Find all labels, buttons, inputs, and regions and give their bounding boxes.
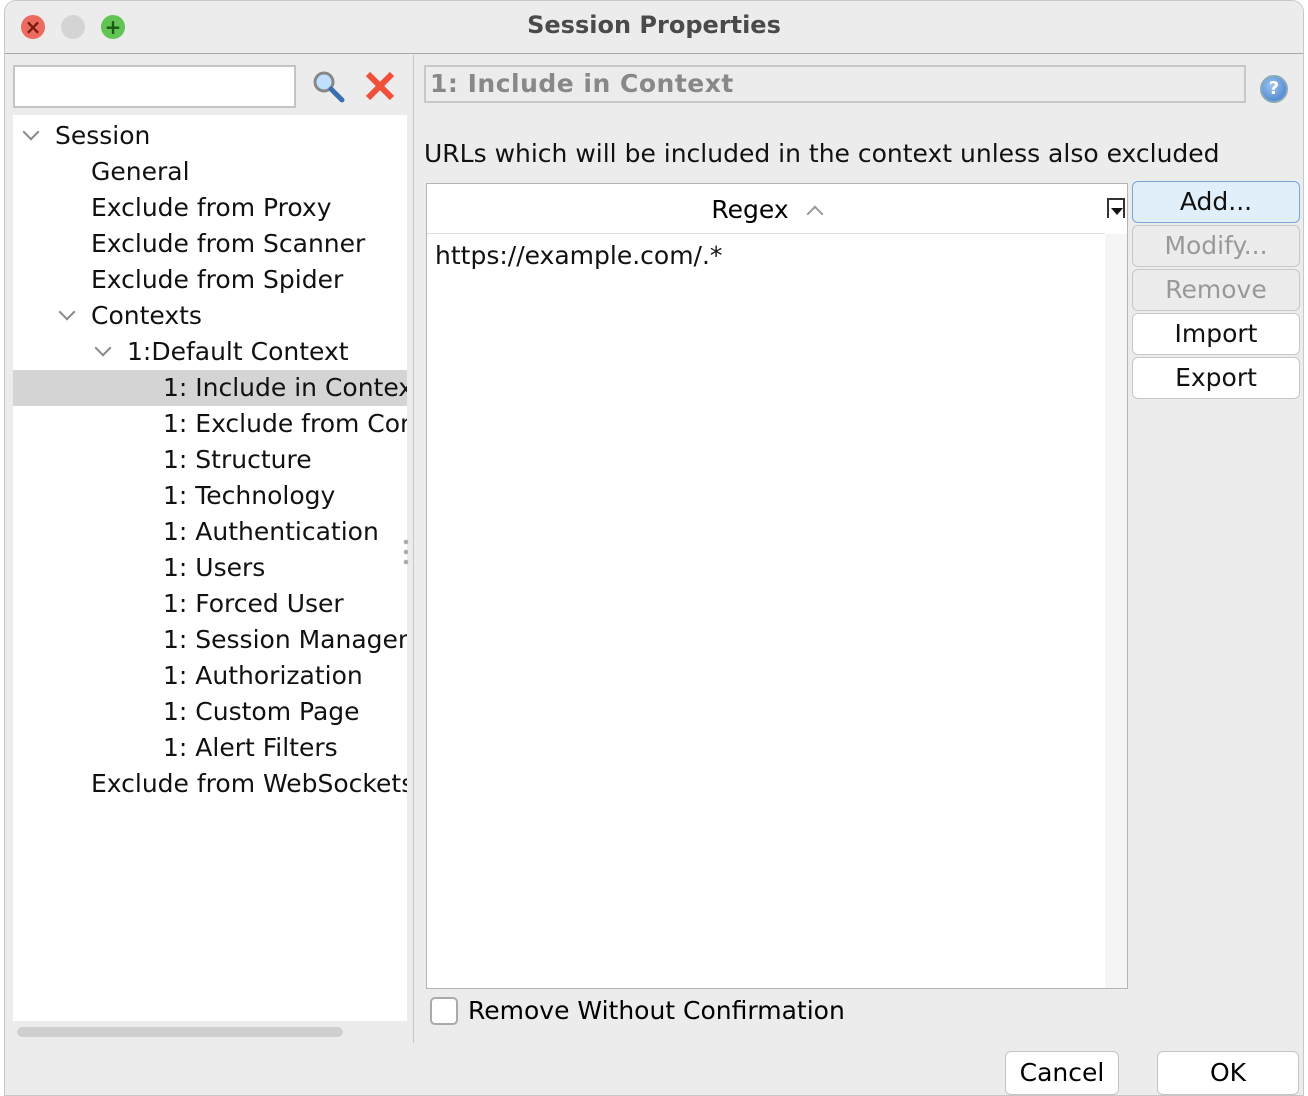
tree-item[interactable]: 1:Default Context	[127, 334, 349, 370]
tree-item[interactable]: Contexts	[91, 298, 202, 334]
tree-item[interactable]: 1: Forced User	[163, 586, 344, 622]
tree-item[interactable]: Exclude from WebSockets	[91, 766, 407, 802]
remove-button[interactable]: Remove	[1132, 269, 1300, 311]
expand-chevron-icon[interactable]	[22, 123, 40, 141]
panel-title-field: 1: Include in Context	[424, 65, 1246, 103]
tree-item[interactable]: General	[91, 154, 190, 190]
session-properties-window: × + Session Properties Session General Exc…	[4, 0, 1304, 1096]
tree-item[interactable]: 1: Session Management	[163, 622, 407, 658]
tree-item[interactable]: 1: Custom Page	[163, 694, 360, 730]
column-header-label: Regex	[711, 195, 789, 224]
ok-button[interactable]: OK	[1157, 1051, 1299, 1095]
tree-item[interactable]: 1: Authentication	[163, 514, 379, 550]
tree-item[interactable]: 1: Alert Filters	[163, 730, 338, 766]
remove-without-confirmation-label: Remove Without Confirmation	[468, 996, 845, 1025]
import-button[interactable]: Import	[1132, 313, 1300, 355]
tree-item[interactable]: 1: Authorization	[163, 658, 363, 694]
tree-item[interactable]: 1: Technology	[163, 478, 335, 514]
panel-description: URLs which will be included in the conte…	[424, 139, 1220, 168]
help-icon[interactable]: ?	[1260, 75, 1288, 103]
session-tree: Session General Exclude from Proxy Exclude …	[13, 115, 407, 1021]
right-panel: 1: Include in Context ? URLs which will …	[413, 55, 1303, 1043]
clear-search-icon[interactable]	[363, 69, 397, 103]
column-chooser-icon[interactable]	[1107, 198, 1125, 218]
split-pane-divider[interactable]	[403, 537, 409, 567]
search-icon[interactable]	[311, 69, 345, 103]
vertical-scrollbar-track[interactable]	[1105, 234, 1127, 988]
expand-chevron-icon[interactable]	[94, 339, 112, 357]
tree-item[interactable]: Session	[55, 118, 150, 154]
add-button[interactable]: Add...	[1132, 181, 1300, 223]
left-panel: Session General Exclude from Proxy Exclude …	[9, 55, 407, 1043]
remove-without-confirmation-checkbox[interactable]	[430, 997, 458, 1025]
modify-button[interactable]: Modify...	[1132, 225, 1300, 267]
tree-item[interactable]: Exclude from Scanner	[91, 226, 365, 262]
tree-item[interactable]: Exclude from Proxy	[91, 190, 332, 226]
expand-chevron-icon[interactable]	[58, 303, 76, 321]
window-title: Session Properties	[527, 11, 781, 39]
search-input[interactable]	[13, 65, 296, 108]
tree-item[interactable]: Exclude from Spider	[91, 262, 343, 298]
title-bar: × + Session Properties	[5, 1, 1303, 54]
regex-table: Regex https://example.com/.*	[426, 183, 1128, 989]
tree-item[interactable]: 1: Exclude from Context	[163, 406, 407, 442]
tree-item[interactable]: 1: Users	[163, 550, 265, 586]
tree-item[interactable]: 1: Include in Context	[163, 370, 407, 406]
table-row[interactable]: https://example.com/.*	[435, 236, 722, 276]
cancel-button[interactable]: Cancel	[1005, 1051, 1119, 1095]
horizontal-scrollbar[interactable]	[17, 1027, 343, 1037]
export-button[interactable]: Export	[1132, 357, 1300, 399]
tree-item[interactable]: 1: Structure	[163, 442, 312, 478]
column-header-regex[interactable]: Regex	[427, 184, 1105, 234]
sort-ascending-icon	[806, 205, 824, 223]
